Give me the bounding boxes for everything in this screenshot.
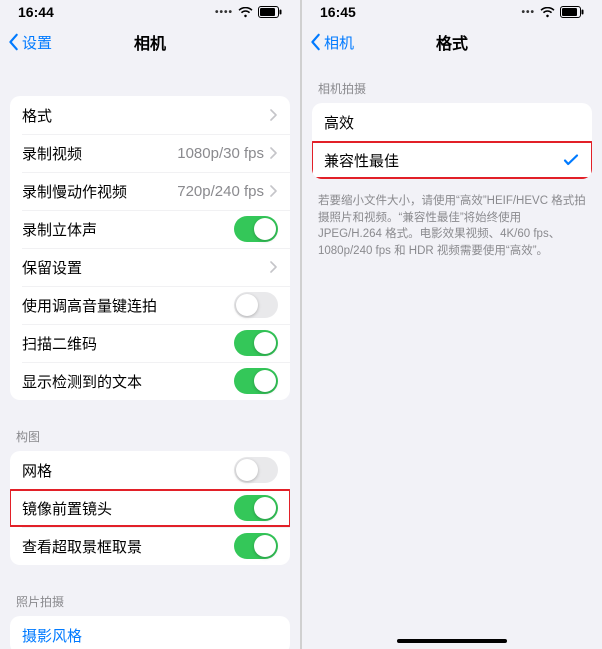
nav-bar: 设置 相机 — [0, 22, 300, 62]
chevron-left-icon — [310, 33, 322, 51]
toggle-view-outside[interactable] — [234, 533, 278, 559]
status-time: 16:44 — [18, 4, 54, 20]
row-record-video[interactable]: 录制视频 1080p/30 fps — [10, 134, 290, 172]
nav-bar: 相机 格式 — [302, 22, 602, 62]
section-header-camera-capture: 相机拍摄 — [302, 62, 602, 103]
battery-icon — [258, 6, 282, 18]
row-label: 镜像前置镜头 — [22, 498, 112, 519]
group-main: 格式 录制视频 1080p/30 fps 录制慢动作视频 720p/240 fp… — [10, 96, 290, 400]
group-capture: 摄影风格 — [10, 616, 290, 649]
chevron-right-icon — [270, 147, 278, 159]
content-area: 相机拍摄 高效 兼容性最佳 若要缩小文件大小，请使用“高效”HEIF/HEVC … — [302, 62, 602, 649]
chevron-right-icon — [270, 261, 278, 273]
row-most-compatible[interactable]: 兼容性最佳 — [312, 141, 592, 179]
row-photo-styles[interactable]: 摄影风格 — [10, 616, 290, 649]
row-qr: 扫描二维码 — [10, 324, 290, 362]
status-bar: 16:45 ••• — [302, 0, 602, 22]
row-label: 兼容性最佳 — [324, 150, 399, 171]
row-view-outside: 查看超取景框取景 — [10, 527, 290, 565]
row-label: 扫描二维码 — [22, 333, 97, 354]
row-label: 录制立体声 — [22, 219, 97, 240]
row-label: 使用调高音量键连拍 — [22, 295, 157, 316]
back-button[interactable]: 相机 — [310, 22, 354, 62]
row-label: 摄影风格 — [22, 625, 82, 646]
row-value: 1080p/30 fps — [177, 145, 264, 162]
back-button[interactable]: 设置 — [8, 22, 52, 62]
toggle-qr[interactable] — [234, 330, 278, 356]
checkmark-icon — [562, 151, 580, 169]
footnote-formats: 若要缩小文件大小，请使用“高效”HEIF/HEVC 格式拍摄照片和视频。“兼容性… — [302, 189, 602, 260]
back-label: 设置 — [22, 32, 52, 53]
home-indicator — [397, 639, 507, 643]
status-bar: 16:44 •••• — [0, 0, 300, 22]
page-title: 格式 — [436, 30, 468, 54]
phone-camera-settings: 16:44 •••• 设置 相机 格式 录制视频 10 — [0, 0, 300, 649]
toggle-burst-volup[interactable] — [234, 292, 278, 318]
content-area: 格式 录制视频 1080p/30 fps 录制慢动作视频 720p/240 fp… — [0, 62, 300, 649]
page-title: 相机 — [134, 30, 166, 54]
row-burst-volup: 使用调高音量键连拍 — [10, 286, 290, 324]
cellular-dots-icon: •••• — [215, 7, 233, 18]
row-stereo: 录制立体声 — [10, 210, 290, 248]
chevron-right-icon — [270, 185, 278, 197]
row-label: 显示检测到的文本 — [22, 371, 142, 392]
back-label: 相机 — [324, 32, 354, 53]
section-header-composition: 构图 — [0, 410, 300, 451]
group-composition: 网格 镜像前置镜头 查看超取景框取景 — [10, 451, 290, 565]
row-label: 保留设置 — [22, 257, 82, 278]
group-formats: 高效 兼容性最佳 — [312, 103, 592, 179]
row-value: 720p/240 fps — [177, 183, 264, 200]
row-formats[interactable]: 格式 — [10, 96, 290, 134]
row-label: 网格 — [22, 460, 52, 481]
row-label: 格式 — [22, 105, 52, 126]
row-label: 高效 — [324, 112, 354, 133]
row-high-efficiency[interactable]: 高效 — [312, 103, 592, 141]
toggle-detect-text[interactable] — [234, 368, 278, 394]
row-mirror-front: 镜像前置镜头 — [10, 489, 290, 527]
row-label: 查看超取景框取景 — [22, 536, 142, 557]
toggle-stereo[interactable] — [234, 216, 278, 242]
row-grid: 网格 — [10, 451, 290, 489]
status-time: 16:45 — [320, 4, 356, 20]
chevron-left-icon — [8, 33, 20, 51]
chevron-right-icon — [270, 109, 278, 121]
wifi-icon — [540, 7, 555, 18]
row-record-slomo[interactable]: 录制慢动作视频 720p/240 fps — [10, 172, 290, 210]
battery-icon — [560, 6, 584, 18]
phone-formats: 16:45 ••• 相机 格式 相机拍摄 高效 兼容性最佳 — [302, 0, 602, 649]
cellular-dots-icon: ••• — [521, 7, 535, 18]
row-label: 录制慢动作视频 — [22, 181, 127, 202]
row-detect-text: 显示检测到的文本 — [10, 362, 290, 400]
wifi-icon — [238, 7, 253, 18]
section-header-capture: 照片拍摄 — [0, 575, 300, 616]
toggle-mirror-front[interactable] — [234, 495, 278, 521]
row-label: 录制视频 — [22, 143, 82, 164]
toggle-grid[interactable] — [234, 457, 278, 483]
row-preserve[interactable]: 保留设置 — [10, 248, 290, 286]
